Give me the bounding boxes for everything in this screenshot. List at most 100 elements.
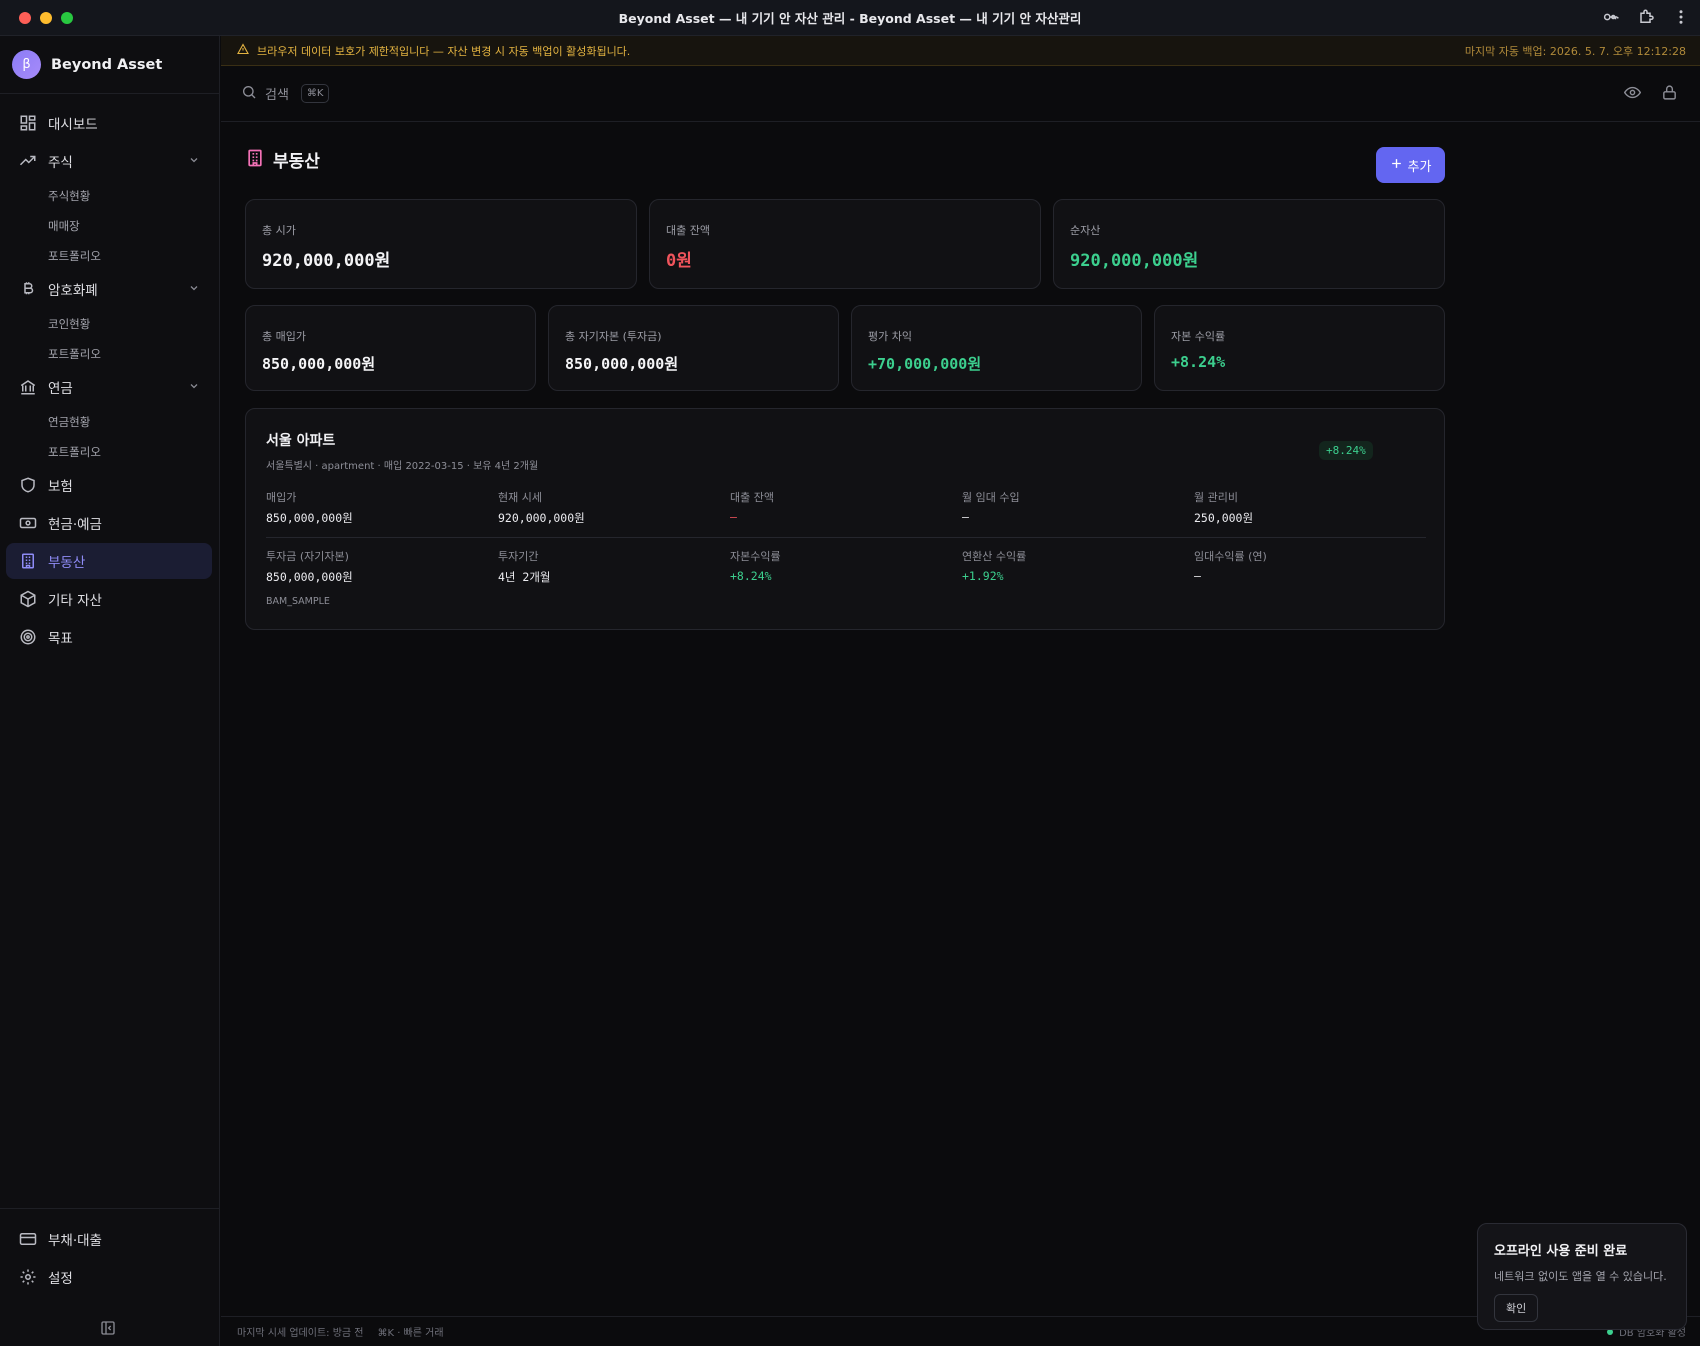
sidebar-item-label: 기타 자산 bbox=[48, 593, 102, 609]
sidebar-subitem-coin-status[interactable]: 코인현황 bbox=[0, 309, 220, 339]
search-button[interactable]: 검색 ⌘K bbox=[241, 84, 330, 104]
last-price-update: 마지막 시세 업데이트: 방금 전 bbox=[237, 1328, 364, 1339]
sidebar-item-label: 현금·예금 bbox=[48, 517, 102, 533]
stat-value: 4년 2개월 bbox=[498, 570, 551, 584]
stat-value: — bbox=[1194, 569, 1201, 583]
sidebar-item-debt[interactable]: 부채·대출 bbox=[6, 1221, 212, 1257]
bank-icon bbox=[18, 377, 38, 397]
sidebar-item-label: 부동산 bbox=[48, 555, 86, 571]
stat-value: +8.24% bbox=[730, 569, 772, 583]
stat-label: 연환산 수익률 bbox=[962, 550, 1027, 563]
sidebar-subitem-pension-status[interactable]: 연금현황 bbox=[0, 407, 220, 437]
chevron-down-icon[interactable] bbox=[188, 154, 200, 170]
sidebar-subitem-trade-log[interactable]: 매매장 bbox=[0, 211, 220, 241]
stat-rental-yield: 임대수익률 (연) — bbox=[1194, 548, 1426, 585]
more-menu-icon[interactable] bbox=[1674, 8, 1688, 26]
stat-label: 현재 시세 bbox=[498, 491, 542, 504]
stat-value: 250,000원 bbox=[1194, 511, 1254, 525]
sidebar-item-settings[interactable]: 설정 bbox=[6, 1259, 212, 1295]
sidebar-item-label: 보험 bbox=[48, 479, 73, 495]
sidebar-item-real-estate[interactable]: 부동산 bbox=[6, 543, 212, 579]
property-stats-row: 매입가 850,000,000원 현재 시세 920,000,000원 대출 잔… bbox=[266, 489, 1426, 526]
building-icon bbox=[245, 148, 265, 172]
chevron-down-icon[interactable] bbox=[188, 282, 200, 298]
brand-name: Beyond Asset bbox=[51, 56, 163, 73]
summary-card-loan-balance: 대출 잔액 0원 bbox=[649, 199, 1041, 289]
sidebar-subitem-stock-status[interactable]: 주식현황 bbox=[0, 181, 220, 211]
summary-value: +8.24% bbox=[1171, 353, 1226, 371]
window-controls bbox=[19, 12, 73, 24]
key-icon[interactable] bbox=[1602, 8, 1620, 26]
summary-value: 850,000,000원 bbox=[262, 355, 376, 373]
sidebar-item-goals[interactable]: 목표 bbox=[6, 619, 212, 655]
sidebar-item-label: 부채·대출 bbox=[48, 1233, 102, 1249]
stat-label: 자본수익률 bbox=[730, 550, 781, 563]
summary-card-unrealized-gain: 평가 차익 +70,000,000원 bbox=[851, 305, 1142, 391]
toast-title: 오프라인 사용 준비 완료 bbox=[1494, 1244, 1628, 1259]
sidebar-item-dashboard[interactable]: 대시보드 bbox=[6, 105, 212, 141]
sidebar-item-stocks[interactable]: 주식 bbox=[6, 143, 212, 179]
warning-message: 브라우저 데이터 보호가 제한적입니다 — 자산 변경 시 자동 백업이 활성화… bbox=[257, 44, 631, 58]
toast-confirm-button[interactable]: 확인 bbox=[1494, 1294, 1539, 1322]
property-card[interactable]: 서울 아파트 서울특별시 · apartment · 매입 2022-03-15… bbox=[245, 408, 1445, 630]
toast-body: 네트워크 없이도 앱을 열 수 있습니다. bbox=[1494, 1270, 1667, 1283]
property-stats-row: 투자금 (자기자본) 850,000,000원 투자기간 4년 2개월 자본수익… bbox=[266, 548, 1426, 585]
sidebar-item-insurance[interactable]: 보험 bbox=[6, 467, 212, 503]
brand[interactable]: β Beyond Asset bbox=[0, 36, 219, 94]
minimize-window-button[interactable] bbox=[40, 12, 52, 24]
sidebar-item-cash[interactable]: 현금·예금 bbox=[6, 505, 212, 541]
lock-icon[interactable] bbox=[1661, 84, 1678, 105]
sidebar-item-label: 대시보드 bbox=[48, 117, 98, 133]
stat-label: 매입가 bbox=[266, 491, 297, 504]
summary-value: +70,000,000원 bbox=[868, 355, 982, 373]
sidebar-collapse-icon[interactable] bbox=[100, 1320, 116, 1340]
property-tag: BAM_SAMPLE bbox=[266, 596, 330, 607]
sidebar-subitem-pension-portfolio[interactable]: 포트폴리오 bbox=[0, 437, 220, 467]
add-property-button[interactable]: 추가 bbox=[1376, 147, 1445, 183]
sidebar-item-label: 주식 bbox=[48, 155, 73, 171]
sidebar-item-crypto[interactable]: 암호화폐 bbox=[6, 271, 212, 307]
sidebar: β Beyond Asset 대시보드 주식 주식현황 매매장 포트폴리오 암호… bbox=[0, 36, 220, 1346]
summary-label: 자본 수익률 bbox=[1171, 330, 1226, 343]
maximize-window-button[interactable] bbox=[61, 12, 73, 24]
eye-icon[interactable] bbox=[1623, 84, 1642, 105]
summary-label: 대출 잔액 bbox=[666, 224, 710, 237]
sidebar-item-label: 설정 bbox=[48, 1271, 73, 1287]
shield-icon bbox=[18, 475, 38, 495]
sidebar-subitem-coin-portfolio[interactable]: 포트폴리오 bbox=[0, 339, 220, 369]
building-icon bbox=[18, 551, 38, 571]
stat-label: 투자금 (자기자본) bbox=[266, 550, 349, 563]
package-icon bbox=[18, 589, 38, 609]
extensions-icon[interactable] bbox=[1638, 8, 1656, 26]
property-name: 서울 아파트 bbox=[266, 433, 336, 449]
sidebar-item-other-assets[interactable]: 기타 자산 bbox=[6, 581, 212, 617]
summary-label: 순자산 bbox=[1070, 224, 1101, 237]
sidebar-item-pension[interactable]: 연금 bbox=[6, 369, 212, 405]
offline-ready-toast: 오프라인 사용 준비 완료 네트워크 없이도 앱을 열 수 있습니다. 확인 bbox=[1477, 1223, 1687, 1330]
summary-card-net-assets: 순자산 920,000,000원 bbox=[1053, 199, 1445, 289]
stat-current-price: 현재 시세 920,000,000원 bbox=[498, 489, 730, 526]
stat-purchase-price: 매입가 850,000,000원 bbox=[266, 489, 498, 526]
sidebar-subitem-stock-portfolio[interactable]: 포트폴리오 bbox=[0, 241, 220, 271]
target-icon bbox=[18, 627, 38, 647]
stat-annualized-return: 연환산 수익률 +1.92% bbox=[962, 548, 1194, 585]
close-window-button[interactable] bbox=[19, 12, 31, 24]
summary-value: 850,000,000원 bbox=[565, 355, 679, 373]
divider bbox=[266, 537, 1426, 538]
trend-icon bbox=[18, 151, 38, 171]
stat-loan-balance: 대출 잔액 — bbox=[730, 489, 962, 526]
chevron-down-icon[interactable] bbox=[188, 380, 200, 396]
summary-card-capital-return: 자본 수익률 +8.24% bbox=[1154, 305, 1445, 391]
plus-icon bbox=[1390, 157, 1403, 174]
property-meta: 서울특별시 · apartment · 매입 2022-03-15 · 보유 4… bbox=[266, 461, 539, 472]
stat-value: 850,000,000원 bbox=[266, 511, 353, 525]
stat-label: 임대수익률 (연) bbox=[1194, 550, 1267, 563]
stat-monthly-rent: 월 임대 수입 — bbox=[962, 489, 1194, 526]
stat-value: — bbox=[962, 510, 969, 524]
bitcoin-icon bbox=[18, 279, 38, 299]
sidebar-item-label: 암호화폐 bbox=[48, 283, 98, 299]
page-header: 부동산 bbox=[245, 147, 320, 172]
summary-label: 총 매입가 bbox=[262, 330, 306, 343]
stat-label: 월 임대 수입 bbox=[962, 491, 1020, 504]
last-backup-time: 마지막 자동 백업: 2026. 5. 7. 오후 12:12:28 bbox=[1464, 44, 1686, 58]
